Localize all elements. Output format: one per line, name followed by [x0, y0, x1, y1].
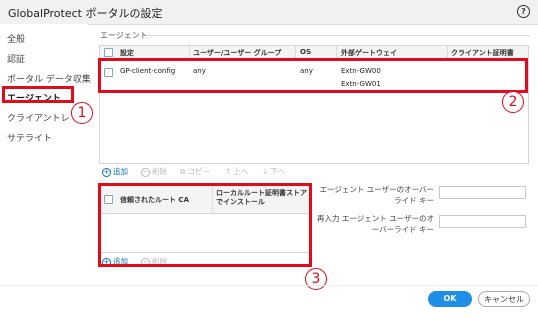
sidebar-item-clientless[interactable]: クライアントレ: [7, 111, 70, 124]
confirm-override-key-input[interactable]: [439, 215, 526, 228]
title-bar: GlobalProtect ポータルの設定 ?: [0, 0, 538, 25]
annotation-number-1: 1: [71, 102, 93, 124]
arrow-up-icon: ↑: [225, 167, 232, 176]
agent-move-up-label: 上へ: [233, 167, 249, 176]
copy-icon: ⧉: [180, 167, 186, 176]
agent-copy-label: コピー: [187, 167, 210, 176]
override-key-input[interactable]: [439, 186, 526, 199]
column-divider: [189, 46, 190, 58]
annotation-number-2: 2: [502, 91, 524, 113]
delete-icon: −: [141, 167, 150, 177]
agent-delete-label: 削除: [152, 167, 167, 176]
column-header-users[interactable]: ユーザー/ユーザー グループ: [193, 48, 281, 58]
sidebar-item-general[interactable]: 全般: [7, 32, 25, 45]
cancel-button[interactable]: キャンセル: [478, 291, 530, 307]
sidebar-item-data-collection[interactable]: ポータル データ収集: [7, 72, 91, 85]
annotation-number-3: 3: [305, 268, 327, 290]
column-divider: [447, 46, 448, 58]
column-divider: [295, 46, 296, 58]
agent-copy-button[interactable]: ⧉ コピー: [180, 166, 210, 177]
column-header-config[interactable]: 設定: [120, 48, 134, 58]
ok-button[interactable]: OK: [428, 291, 472, 307]
agent-move-down-button[interactable]: ↓ 下へ: [262, 166, 285, 177]
section-divider: [146, 35, 530, 36]
agent-move-up-button[interactable]: ↑ 上へ: [225, 166, 248, 177]
column-header-os[interactable]: OS: [300, 48, 311, 56]
add-icon: +: [102, 167, 111, 177]
sidebar-item-authentication[interactable]: 認証: [7, 52, 25, 65]
column-header-client-cert[interactable]: クライアント証明書: [451, 48, 514, 58]
confirm-override-key-label: 再入力 エージェント ユーザーのオーバーライド キー: [317, 214, 434, 234]
footer-divider: [0, 285, 538, 286]
agent-add-label: 追加: [113, 167, 128, 176]
select-all-checkbox[interactable]: [104, 48, 113, 57]
highlight-box-trusted-ca: [98, 183, 312, 267]
highlight-box-agent-config-row: [98, 58, 528, 93]
highlight-box-agent-tab: [2, 86, 74, 103]
sidebar-item-satellite[interactable]: サテライト: [7, 131, 52, 144]
override-key-label: エージェント ユーザーのオーバーライド キー: [319, 185, 434, 205]
arrow-down-icon: ↓: [262, 167, 269, 176]
globalprotect-portal-dialog: GlobalProtect ポータルの設定 ? 全般 認証 ポータル データ収集…: [0, 0, 538, 319]
agent-add-button[interactable]: + 追加: [102, 166, 128, 177]
help-icon[interactable]: ?: [517, 5, 530, 18]
column-header-external-gateway[interactable]: 外部ゲートウェイ: [341, 48, 397, 58]
column-divider: [336, 46, 337, 58]
agent-move-down-label: 下へ: [270, 167, 286, 176]
sidebar: 全般 認証 ポータル データ収集 エージェント クライアントレ サテライト: [0, 24, 91, 319]
agent-section-label: エージェント: [100, 31, 148, 40]
dialog-title: GlobalProtect ポータルの設定: [8, 7, 163, 20]
agent-delete-button[interactable]: − 削除: [141, 166, 167, 177]
